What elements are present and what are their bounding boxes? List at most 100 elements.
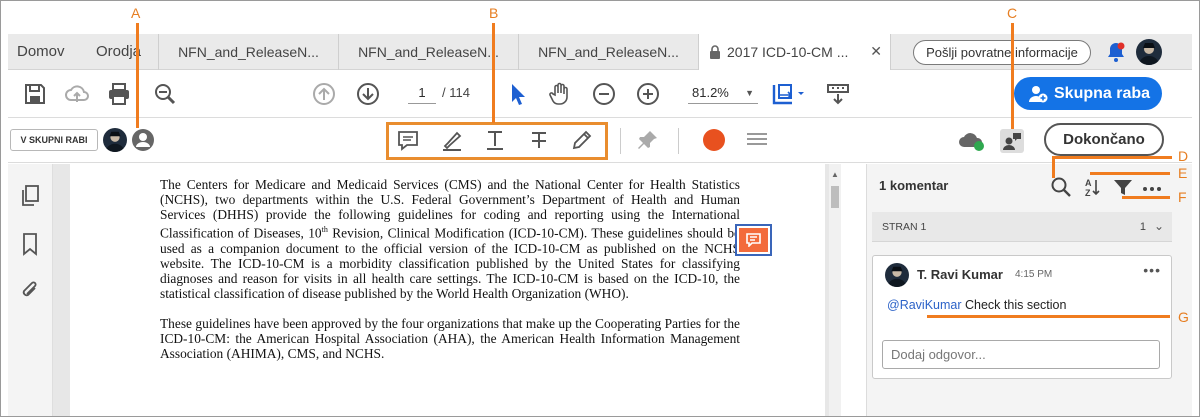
callout-f-label: F: [1178, 189, 1187, 205]
comment-timestamp: 4:15 PM: [1015, 269, 1053, 280]
scroll-thumb[interactable]: [831, 186, 839, 208]
page-section-header[interactable]: STRAN 1 1 ⌄: [872, 212, 1172, 242]
sticky-note-marker[interactable]: [735, 224, 772, 256]
svg-text:A: A: [1085, 178, 1092, 188]
document-page: The Centers for Medicare and Medicaid Se…: [70, 164, 825, 416]
main-toolbar: 1 / 114 81.2% ▼ Skupna raba: [8, 70, 1192, 118]
document-tab[interactable]: NFN_and_ReleaseN...: [338, 34, 518, 70]
callout-e-line: [1090, 172, 1170, 175]
lock-icon: [710, 45, 720, 59]
send-feedback-button[interactable]: Pošlji povratne informacije: [913, 40, 1091, 65]
comment-text: Check this section: [961, 298, 1067, 312]
sort-icon[interactable]: AZ: [1081, 176, 1103, 198]
svg-text:Z: Z: [1085, 188, 1091, 198]
callout-f-line: [1122, 196, 1170, 199]
reply-input[interactable]: Dodaj odgovor...: [882, 340, 1160, 369]
callout-b-label: B: [489, 5, 499, 21]
upload-cloud-icon[interactable]: [64, 81, 90, 107]
left-navigation-rail: [8, 164, 53, 416]
callout-d-line: [1052, 156, 1172, 159]
callout-c-label: C: [1007, 5, 1018, 21]
nav-tools[interactable]: Orodja: [96, 43, 141, 60]
comment-more-icon[interactable]: •••: [1143, 262, 1161, 278]
page-section-label: STRAN 1: [882, 221, 927, 233]
divider: [620, 128, 621, 154]
callout-a-line: [136, 23, 139, 128]
zoom-level-select[interactable]: 81.2% ▼: [688, 82, 758, 104]
save-icon[interactable]: [22, 81, 48, 107]
callout-e-label: E: [1178, 165, 1188, 181]
callout-d-line-vertical: [1052, 156, 1055, 178]
sticky-note-icon[interactable]: [396, 128, 420, 152]
tab-bar: Domov Orodja NFN_and_ReleaseN... NFN_and…: [8, 34, 1192, 71]
callout-b-line: [492, 23, 495, 123]
tab-label: NFN_and_ReleaseN...: [538, 44, 679, 60]
comment-author: T. Ravi Kumar: [917, 267, 1003, 282]
chevron-down-icon[interactable]: ⌄: [1154, 219, 1164, 233]
underline-text-icon[interactable]: [483, 128, 507, 152]
notification-bell-icon[interactable]: [1105, 41, 1127, 63]
paragraph-approval: These guidelines have been approved by t…: [160, 316, 740, 362]
page-number-input[interactable]: 1: [408, 82, 436, 104]
paragraph-intro: The Centers for Medicare and Medicaid Se…: [160, 177, 740, 302]
document-scrollbar[interactable]: ▲: [829, 164, 841, 416]
comment-toolbar: V SKUPNI RABI Dokončano: [8, 118, 1192, 163]
divider: [678, 128, 679, 154]
print-icon[interactable]: [106, 81, 132, 107]
fit-page-icon[interactable]: [770, 81, 808, 107]
comment-panel-icon[interactable]: [1000, 129, 1024, 153]
scroll-up-arrow-icon[interactable]: ▲: [829, 170, 841, 179]
comment-count: 1 komentar: [879, 178, 949, 193]
document-tab[interactable]: NFN_and_ReleaseN...: [158, 34, 338, 70]
comment-author-avatar: [885, 263, 909, 287]
scrolling-mode-icon[interactable]: [825, 81, 851, 107]
mention-link[interactable]: @RaviKumar: [887, 298, 962, 312]
filter-icon[interactable]: [1112, 176, 1134, 198]
callout-a-label: A: [131, 5, 141, 21]
tab-label: NFN_and_ReleaseN...: [178, 44, 319, 60]
zoom-out-icon[interactable]: [591, 81, 617, 107]
comments-pane: 1 komentar AZ STRAN 1 1 ⌄ T. Ravi Kumar …: [866, 164, 1192, 416]
hand-tool-icon[interactable]: [547, 81, 573, 107]
document-tab-active[interactable]: 2017 ICD-10-CM ... ✕: [698, 34, 891, 71]
done-button[interactable]: Dokončano: [1044, 123, 1164, 156]
callout-d-label: D: [1178, 148, 1189, 164]
callout-g-line: [927, 315, 1170, 318]
color-picker-swatch[interactable]: [703, 129, 725, 151]
shared-user-avatar[interactable]: [103, 128, 127, 152]
cloud-sync-icon[interactable]: [958, 130, 986, 152]
zoom-out-search-icon[interactable]: [152, 81, 178, 107]
tab-label: NFN_and_ReleaseN...: [358, 44, 499, 60]
select-cursor-icon[interactable]: [505, 81, 531, 107]
zoom-in-icon[interactable]: [635, 81, 661, 107]
strikethrough-text-icon[interactable]: [527, 128, 551, 152]
highlight-text-icon[interactable]: [440, 128, 464, 152]
attachment-icon[interactable]: [19, 278, 41, 302]
zoom-value: 81.2%: [692, 85, 729, 100]
document-text: The Centers for Medicare and Medicaid Se…: [160, 177, 740, 377]
page-section-count: 1: [1139, 221, 1146, 233]
nav-home[interactable]: Domov: [17, 43, 65, 60]
page-thumbnails-icon[interactable]: [19, 184, 41, 208]
user-avatar[interactable]: [1136, 39, 1162, 65]
bookmark-icon[interactable]: [19, 232, 41, 256]
comment-icon: [746, 233, 761, 247]
document-tab[interactable]: NFN_and_ReleaseN...: [518, 34, 698, 70]
tab-label: 2017 ICD-10-CM ...: [727, 44, 849, 60]
share-label: Skupna raba: [1054, 85, 1151, 102]
callout-c-line: [1011, 23, 1014, 129]
previous-page-icon[interactable]: [311, 81, 337, 107]
next-page-icon[interactable]: [355, 81, 381, 107]
comment-body: @RaviKumar Check this section: [887, 298, 1066, 312]
pin-icon[interactable]: [636, 128, 660, 152]
shared-status-badge: V SKUPNI RABI: [10, 129, 98, 151]
reviewer-avatar-icon[interactable]: [131, 128, 155, 152]
pencil-draw-icon[interactable]: [570, 128, 594, 152]
more-options-icon[interactable]: [1141, 176, 1163, 198]
close-tab-icon[interactable]: ✕: [870, 43, 882, 60]
share-button[interactable]: Skupna raba: [1014, 77, 1162, 110]
line-thickness-icon[interactable]: [745, 128, 769, 152]
page-total: / 114: [442, 85, 470, 100]
chevron-down-icon: ▼: [745, 88, 754, 98]
search-icon[interactable]: [1050, 176, 1072, 198]
